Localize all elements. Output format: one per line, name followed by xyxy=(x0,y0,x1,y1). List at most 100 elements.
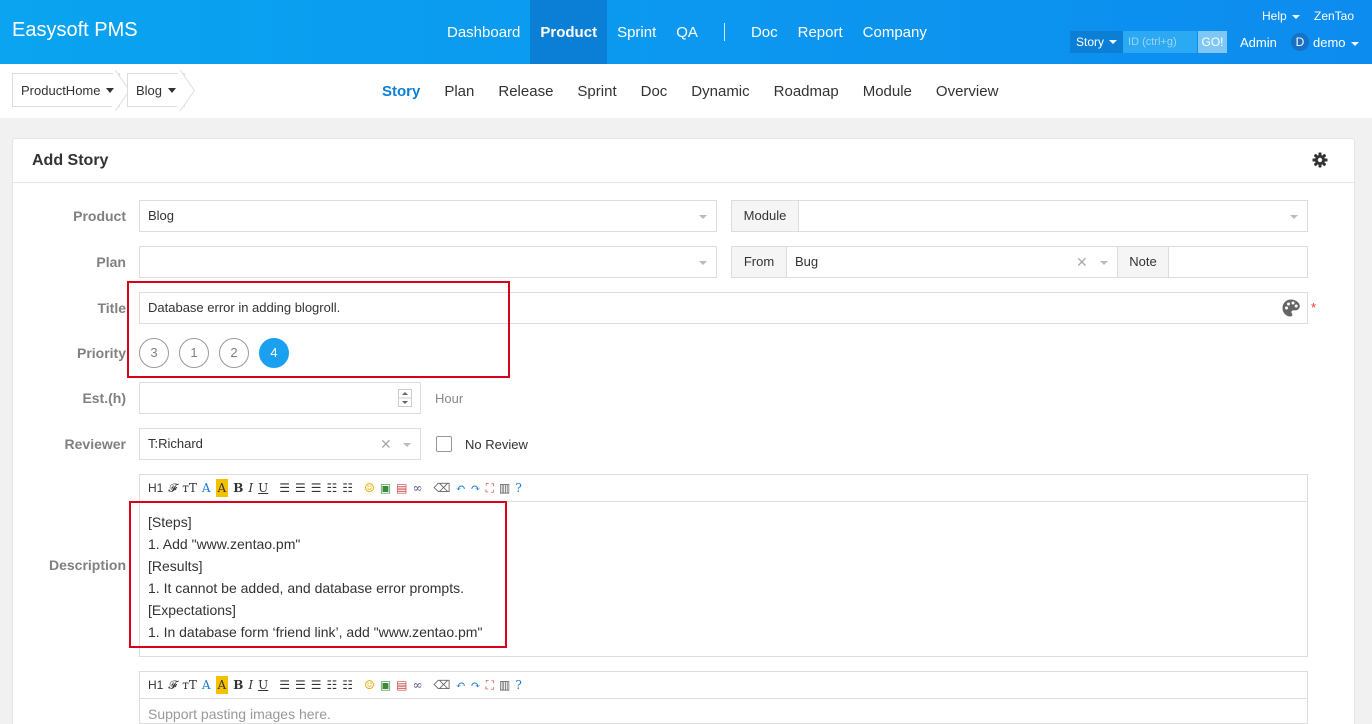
reviewer-value: T:Richard xyxy=(148,436,203,451)
font-size-button[interactable]: тT xyxy=(182,676,197,694)
title-label: Title xyxy=(97,300,126,316)
highlight-box-title-priority xyxy=(127,281,510,378)
link-icon[interactable]: ∞ xyxy=(413,676,423,694)
nav-report[interactable]: Report xyxy=(788,0,853,64)
reviewer-select[interactable]: T:Richard ✕ xyxy=(139,428,421,460)
italic-button[interactable]: I xyxy=(248,479,253,497)
plan-label: Plan xyxy=(96,254,126,270)
code-icon[interactable]: ▤ xyxy=(396,676,407,694)
user-menu[interactable]: demo xyxy=(1313,35,1359,50)
underline-button[interactable]: U xyxy=(258,676,268,694)
module-select[interactable] xyxy=(798,200,1308,232)
verify-toolbar: H1 𝓕 тT A A B I U ☰ ☰ ☰ ☷ ☷ ☺ ▣ ▤ ∞ ⌫ ↶ … xyxy=(139,671,1308,699)
zentao-link[interactable]: ZenTao xyxy=(1314,9,1354,23)
chevron-down-icon xyxy=(1350,41,1359,46)
undo-icon[interactable]: ↶ xyxy=(455,676,465,694)
palette-icon[interactable] xyxy=(1281,298,1301,318)
go-button[interactable]: GO! xyxy=(1198,31,1228,53)
heading-button[interactable]: H1 xyxy=(148,479,163,497)
tab-story[interactable]: Story xyxy=(370,83,432,100)
align-right-icon[interactable]: ☰ xyxy=(311,479,322,497)
tab-doc[interactable]: Doc xyxy=(629,83,680,100)
breadcrumb-product-home[interactable]: ProductHome xyxy=(12,73,120,107)
tab-plan[interactable]: Plan xyxy=(432,83,486,100)
bold-button[interactable]: B xyxy=(233,479,243,497)
plan-select[interactable] xyxy=(139,246,717,278)
help-icon[interactable]: ? xyxy=(515,676,521,694)
nav-qa[interactable]: QA xyxy=(666,0,708,64)
redo-icon[interactable]: ↷ xyxy=(471,479,481,497)
help-icon[interactable]: ? xyxy=(515,479,521,497)
clear-icon[interactable]: ✕ xyxy=(1076,247,1088,277)
ordered-list-icon[interactable]: ☷ xyxy=(327,676,338,694)
font-color-button[interactable]: A xyxy=(202,676,211,694)
font-family-button[interactable]: 𝓕 xyxy=(168,676,177,694)
italic-button[interactable]: I xyxy=(248,676,253,694)
underline-button[interactable]: U xyxy=(258,479,268,497)
fullscreen-icon[interactable]: ⛶ xyxy=(486,676,494,694)
nav-product[interactable]: Product xyxy=(530,0,608,64)
reviewer-label: Reviewer xyxy=(64,436,126,452)
eraser-icon[interactable]: ⌫ xyxy=(434,676,451,694)
source-icon[interactable]: ▥ xyxy=(499,479,510,497)
align-left-icon[interactable]: ☰ xyxy=(279,676,290,694)
unordered-list-icon[interactable]: ☷ xyxy=(342,479,353,497)
nav-dashboard[interactable]: Dashboard xyxy=(437,0,530,64)
eraser-icon[interactable]: ⌫ xyxy=(434,479,451,497)
product-select[interactable]: Blog xyxy=(139,200,717,232)
highlight-button[interactable]: A xyxy=(215,479,229,497)
align-center-icon[interactable]: ☰ xyxy=(295,479,306,497)
font-family-button[interactable]: 𝓕 xyxy=(168,479,177,497)
estimate-unit: Hour xyxy=(435,391,464,406)
tab-roadmap[interactable]: Roadmap xyxy=(762,83,851,100)
gear-icon[interactable] xyxy=(1312,152,1328,168)
bold-button[interactable]: B xyxy=(233,676,243,694)
nav-company[interactable]: Company xyxy=(853,0,937,64)
tab-dynamic[interactable]: Dynamic xyxy=(679,83,761,100)
ordered-list-icon[interactable]: ☷ xyxy=(327,479,338,497)
align-left-icon[interactable]: ☰ xyxy=(279,479,290,497)
nav-sprint[interactable]: Sprint xyxy=(607,0,666,64)
breadcrumb-product[interactable]: Blog xyxy=(127,73,185,107)
top-navbar: Easysoft PMS Dashboard Product Sprint QA… xyxy=(0,0,1372,64)
link-icon[interactable]: ∞ xyxy=(413,479,423,497)
heading-button[interactable]: H1 xyxy=(148,676,163,694)
nav-doc[interactable]: Doc xyxy=(741,0,788,64)
tab-module[interactable]: Module xyxy=(851,83,924,100)
no-review-checkbox[interactable] xyxy=(436,436,452,452)
source-icon[interactable]: ▥ xyxy=(499,676,510,694)
image-icon[interactable]: ▣ xyxy=(380,479,391,497)
clear-icon[interactable]: ✕ xyxy=(380,429,392,459)
help-menu[interactable]: Help xyxy=(1262,9,1300,23)
admin-link[interactable]: Admin xyxy=(1240,35,1277,50)
tab-release[interactable]: Release xyxy=(486,83,565,100)
undo-icon[interactable]: ↶ xyxy=(455,479,465,497)
align-right-icon[interactable]: ☰ xyxy=(311,676,322,694)
avatar[interactable]: D xyxy=(1291,33,1309,51)
estimate-input[interactable] xyxy=(139,382,421,414)
fullscreen-icon[interactable]: ⛶ xyxy=(486,479,494,497)
from-select[interactable]: Bug ✕ xyxy=(786,246,1118,278)
tab-overview[interactable]: Overview xyxy=(924,83,1011,100)
font-size-button[interactable]: тT xyxy=(182,479,197,497)
code-icon[interactable]: ▤ xyxy=(396,479,407,497)
description-label: Description xyxy=(48,557,126,573)
note-input[interactable] xyxy=(1168,246,1308,278)
redo-icon[interactable]: ↷ xyxy=(471,676,481,694)
highlight-button[interactable]: A xyxy=(215,676,229,694)
image-icon[interactable]: ▣ xyxy=(380,676,391,694)
align-center-icon[interactable]: ☰ xyxy=(295,676,306,694)
stepper-icon[interactable] xyxy=(398,389,412,407)
search-type-select[interactable]: Story xyxy=(1070,31,1124,53)
chevron-down-icon xyxy=(168,87,177,93)
search-input[interactable] xyxy=(1123,31,1198,53)
verify-editor[interactable]: Support pasting images here. xyxy=(139,699,1308,724)
description-toolbar: H1 𝓕 тT A A B I U ☰ ☰ ☰ ☷ ☷ ☺ ▣ ▤ ∞ ⌫ ↶ … xyxy=(139,474,1308,502)
unordered-list-icon[interactable]: ☷ xyxy=(342,676,353,694)
app-title[interactable]: Easysoft PMS xyxy=(12,19,138,42)
estimate-label: Est.(h) xyxy=(82,390,126,406)
font-color-button[interactable]: A xyxy=(202,479,211,497)
emoticon-icon[interactable]: ☺ xyxy=(364,479,375,497)
emoticon-icon[interactable]: ☺ xyxy=(364,676,375,694)
tab-sprint[interactable]: Sprint xyxy=(565,83,628,100)
